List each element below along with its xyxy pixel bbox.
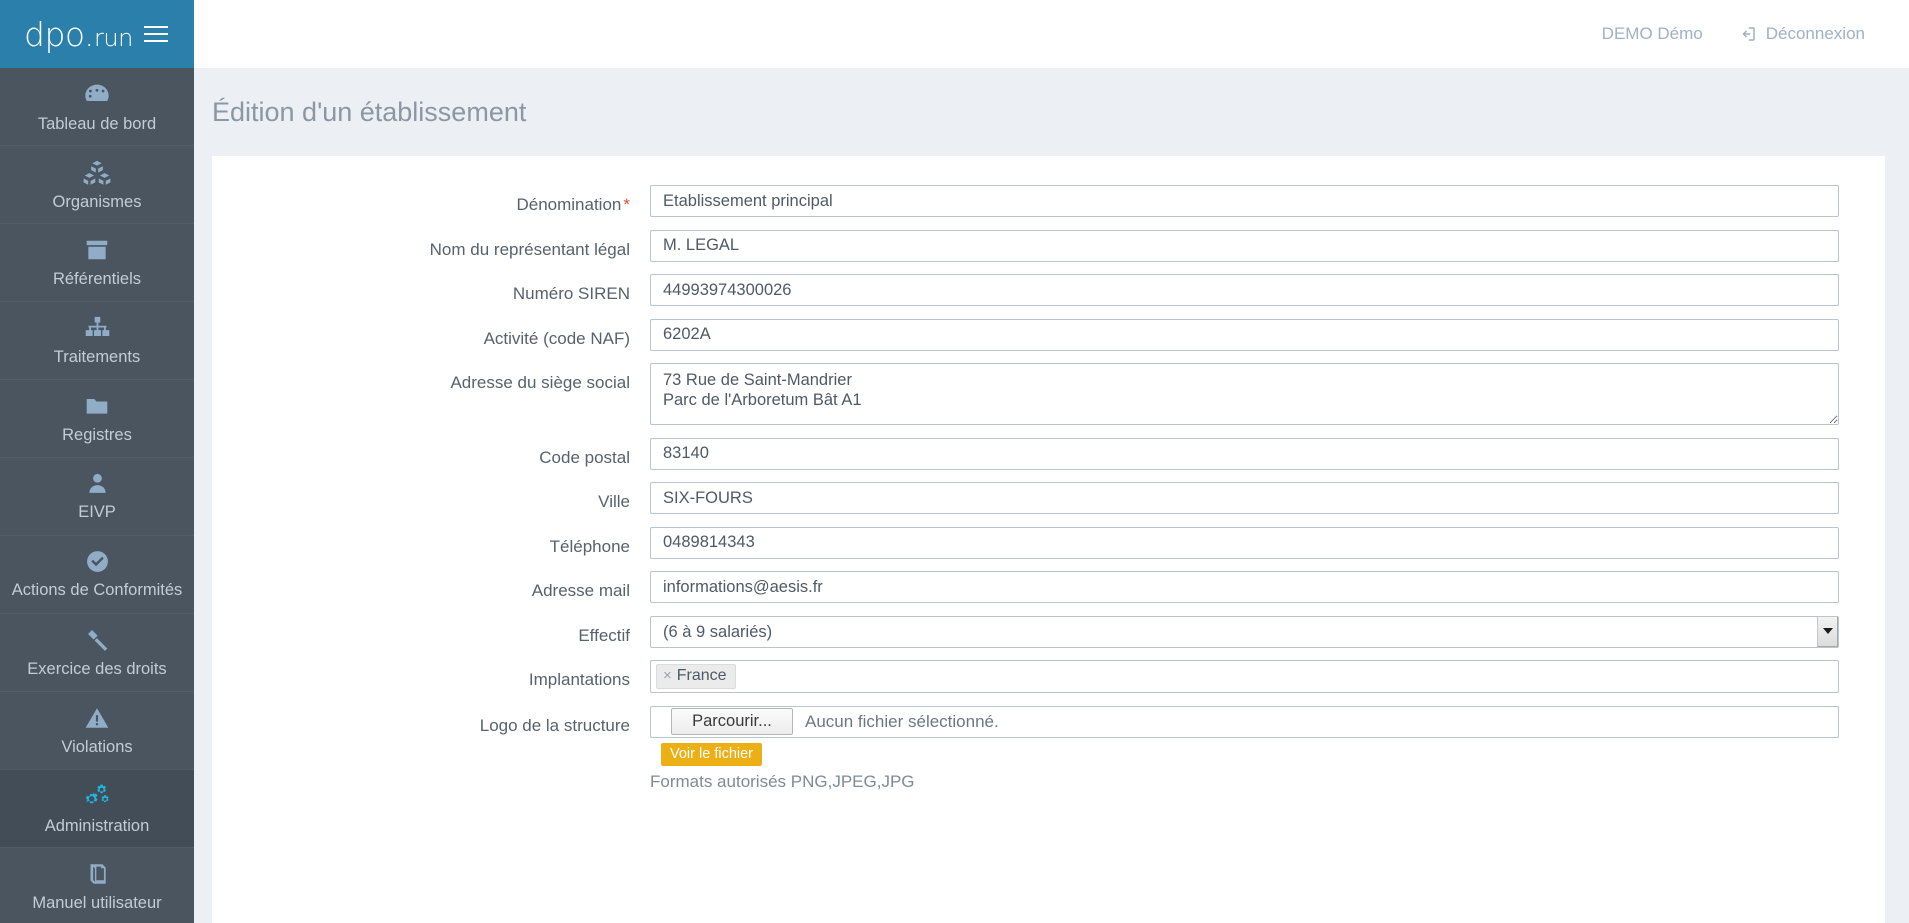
archive-box-icon [84,237,110,263]
sidebar-item-tableau-de-bord[interactable]: Tableau de bord [0,68,194,146]
folder-icon [84,393,110,419]
establishment-edit-form: Dénomination* Nom du représentant légal … [212,156,1885,923]
sidebar-item-organismes[interactable]: Organismes [0,146,194,224]
form-row-representant: Nom du représentant légal [212,229,1839,262]
representant-input[interactable] [650,229,1839,262]
form-row-code-postal: Code postal [212,437,1839,470]
sidebar-item-label: EIVP [78,503,116,521]
logo-text-suffix: run [94,23,133,52]
logout-link[interactable]: Déconnexion [1739,24,1865,44]
app-logo[interactable]: dpo.run [24,18,133,51]
sidebar-item-label: Organismes [52,192,142,211]
sidebar-item-eivp[interactable]: EIVP [0,458,194,536]
form-row-telephone: Téléphone [212,526,1839,559]
label-text: Dénomination [516,195,622,214]
check-circle-icon [85,549,110,574]
logout-icon [1739,25,1757,43]
label-adresse: Adresse du siège social [450,373,630,392]
form-row-adresse: Adresse du siège social 73 Rue de Saint-… [212,363,1839,425]
allowed-formats-hint: Formats autorisés PNG,JPEG,JPG [650,771,915,791]
hamburger-menu-icon[interactable] [144,26,168,42]
cogs-icon [83,782,111,810]
implantations-multiselect[interactable]: × France [650,660,1839,693]
sidebar-item-label: Exercice des droits [27,660,167,678]
form-row-implantations: Implantations × France [212,660,1839,693]
form-row-naf: Activité (code NAF) [212,318,1839,351]
cubes-icon [83,158,111,186]
content-panel-wrapper: Dénomination* Nom du représentant légal … [194,156,1909,923]
form-row-logo: Logo de la structure Parcourir... Aucun … [212,705,1839,792]
label-siren: Numéro SIREN [512,284,630,303]
naf-input[interactable] [650,318,1839,351]
sidebar-item-label: Manuel utilisateur [32,893,162,912]
main-area: DEMO Démo Déconnexion Édition d'un établ… [194,0,1909,923]
denomination-input[interactable] [650,185,1839,217]
sidebar-item-traitements[interactable]: Traitements [0,302,194,380]
gavel-icon [84,626,111,653]
book-icon [84,861,110,887]
sidebar-item-label: Registres [62,425,132,444]
code-postal-input[interactable] [650,437,1839,470]
page-title: Édition d'un établissement [212,97,527,127]
label-effectif: Effectif [578,625,630,645]
sidebar-item-exercice-des-droits[interactable]: Exercice des droits [0,614,194,692]
form-row-ville: Ville [212,482,1839,514]
sidebar-item-referentiels[interactable]: Référentiels [0,224,194,302]
label-naf: Activité (code NAF) [483,328,630,348]
sidebar-item-label: Traitements [53,348,141,366]
sidebar-item-label: Tableau de bord [37,114,157,133]
logout-label: Déconnexion [1765,24,1865,43]
brand-header: dpo.run [0,0,194,68]
label-representant: Nom du représentant légal [429,239,630,259]
label-telephone: Téléphone [549,536,630,556]
logo-text-dot: . [84,14,95,54]
label-implantations: Implantations [528,670,630,689]
label-code-postal: Code postal [539,447,630,467]
telephone-input[interactable] [650,526,1839,559]
file-status-text: Aucun fichier sélectionné. [805,711,999,731]
app-root: dpo.run Tableau de bord Organismes Référ… [0,0,1909,923]
required-marker: * [623,195,630,214]
siren-input[interactable] [650,274,1839,306]
current-user-label: DEMO Démo [1601,24,1703,43]
sidebar: dpo.run Tableau de bord Organismes Référ… [0,0,194,923]
sidebar-item-manuel-utilisateur[interactable]: Manuel utilisateur [0,848,194,923]
user-icon [85,471,110,496]
remove-token-icon[interactable]: × [663,667,672,685]
label-logo: Logo de la structure [479,715,630,735]
ville-input[interactable] [650,482,1839,514]
topbar: DEMO Démo Déconnexion [194,0,1909,68]
sidebar-item-label: Actions de Conformités [11,581,183,599]
sidebar-item-registres[interactable]: Registres [0,380,194,458]
label-email: Adresse mail [531,581,630,600]
logo-file-input[interactable]: Parcourir... Aucun fichier sélectionné. [650,705,1839,738]
label-denomination: Dénomination * [212,185,650,216]
adresse-textarea[interactable]: 73 Rue de Saint-Mandrier Parc de l'Arbor… [650,363,1839,425]
email-input[interactable] [650,571,1839,603]
sidebar-item-violations[interactable]: Violations [0,692,194,770]
warning-triangle-icon [84,705,110,731]
form-row-denomination: Dénomination * [212,185,1839,217]
form-row-siren: Numéro SIREN [212,274,1839,306]
label-ville: Ville [598,492,630,511]
sidebar-item-administration[interactable]: Administration [0,770,194,848]
sitemap-icon [84,314,111,341]
browse-file-button[interactable]: Parcourir... [671,708,793,735]
form-row-email: Adresse mail [212,571,1839,603]
sidebar-item-label: Violations [61,737,133,756]
token-item[interactable]: × France [656,664,736,689]
logo-text-main: dpo [24,14,85,54]
effectif-select[interactable]: (6 à 9 salariés) [650,615,1839,648]
token-label: France [676,667,727,684]
sidebar-item-actions-de-conformites[interactable]: Actions de Conformités [0,536,194,614]
sidebar-nav: Tableau de bord Organismes Référentiels … [0,68,194,923]
dashboard-gauge-icon [83,80,111,108]
sidebar-item-label: Référentiels [52,269,142,288]
view-file-button[interactable]: Voir le fichier [661,742,763,766]
sidebar-item-label: Administration [44,816,150,835]
form-row-effectif: Effectif (6 à 9 salariés) [212,615,1839,648]
